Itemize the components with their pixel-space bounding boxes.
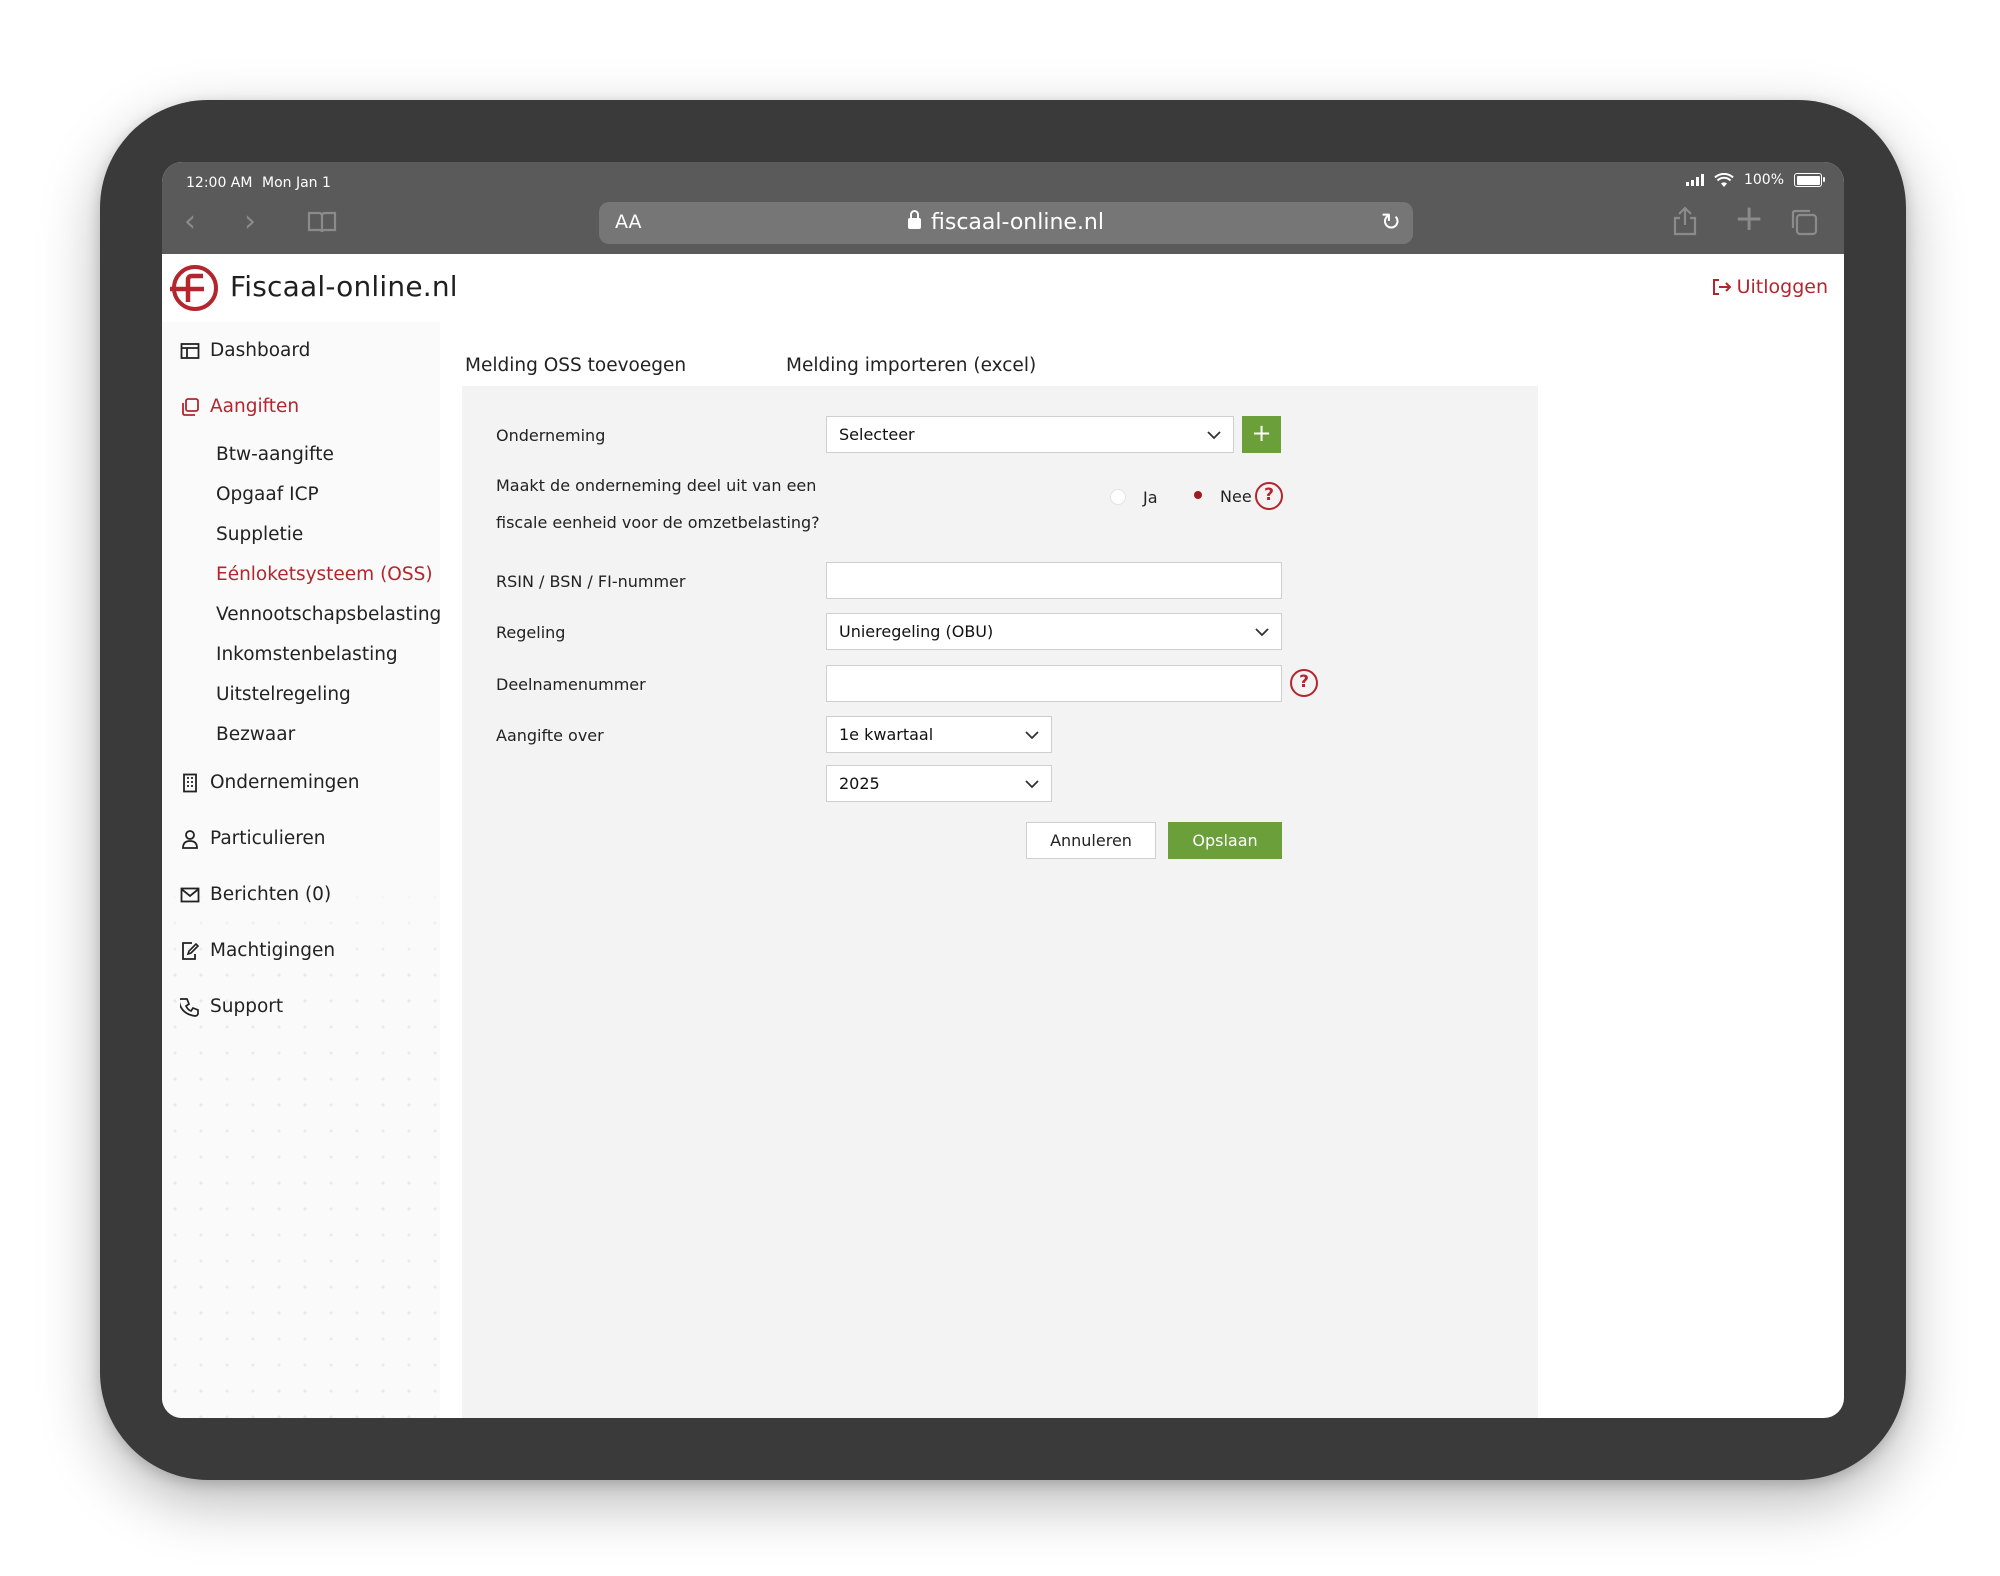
sidebar-item-support[interactable]: Support (180, 996, 283, 1017)
help-icon[interactable]: ? (1290, 669, 1318, 697)
sidebar-item-label: Support (210, 996, 284, 1017)
chevron-down-icon (1207, 431, 1221, 440)
sidebar-item-berichten[interactable]: Berichten (0) (180, 884, 331, 905)
sidebar: Dashboard Aangiften Btw-aangifte Opgaaf … (162, 322, 441, 1418)
tab-melding-oss-toevoegen[interactable]: Melding OSS toevoegen (465, 355, 686, 376)
sidebar-item-label: Ondernemingen (210, 772, 360, 793)
reload-icon[interactable]: ↻ (1381, 208, 1401, 236)
regeling-label: Regeling (496, 623, 566, 642)
logout-label: Uitloggen (1736, 276, 1828, 298)
radio-ja-label[interactable]: Ja (1143, 488, 1158, 507)
period-select-value: 1e kwartaal (839, 725, 934, 744)
phone-icon (180, 997, 199, 1017)
share-icon[interactable] (1672, 206, 1698, 236)
sidebar-subitem-inkomstenbelasting[interactable]: Inkomstenbelasting (216, 644, 398, 665)
status-time: 12:00 AM (186, 175, 253, 191)
wifi-icon (1714, 172, 1734, 187)
tab-melding-importeren[interactable]: Melding importeren (excel) (786, 355, 1036, 376)
sidebar-item-label: Dashboard (210, 340, 311, 361)
add-onderneming-button[interactable]: + (1242, 416, 1281, 453)
fiscaal-logo-icon[interactable] (168, 264, 218, 312)
deelnamenummer-label: Deelnamenummer (496, 675, 646, 694)
oss-form-panel: Onderneming Selecteer + Maakt de onderne… (462, 386, 1538, 1418)
chevron-down-icon (1025, 780, 1039, 789)
fiscale-eenheid-question-line2: fiscale eenheid voor de omzetbelasting? (496, 513, 820, 532)
person-icon (182, 829, 198, 849)
rsin-input[interactable] (826, 562, 1282, 599)
battery-percent: 100% (1743, 172, 1784, 188)
sidebar-item-label: Particulieren (210, 828, 326, 849)
building-icon (183, 773, 197, 792)
fiscale-eenheid-question-line1: Maakt de onderneming deel uit van een (496, 476, 817, 495)
sidebar-item-particulieren[interactable]: Particulieren (180, 828, 326, 849)
forward-icon[interactable]: › (244, 206, 256, 238)
brand-name[interactable]: Fiscaal-online.nl (230, 270, 458, 303)
sidebar-subitem-oss[interactable]: Eénloketsysteem (OSS) (216, 564, 433, 585)
sidebar-item-label: Berichten (0) (210, 884, 332, 905)
lock-icon (908, 210, 921, 229)
sidebar-subitem-suppletie[interactable]: Suppletie (216, 524, 303, 545)
onderneming-select[interactable]: Selecteer (826, 416, 1234, 453)
signed-document-icon (182, 941, 200, 960)
year-select-value: 2025 (839, 774, 880, 793)
regeling-select-value: Unieregeling (OBU) (839, 622, 994, 641)
dashboard-icon (180, 342, 200, 359)
browser-chrome: 12:00 AM Mon Jan 1 100% ‹ › AA fiscaal-o… (162, 162, 1844, 254)
sidebar-subitem-uitstelregeling[interactable]: Uitstelregeling (216, 684, 351, 705)
tablet-screen: 12:00 AM Mon Jan 1 100% ‹ › AA fiscaal-o… (162, 162, 1844, 1418)
period-select[interactable]: 1e kwartaal (826, 716, 1052, 753)
deelnamenummer-input[interactable] (826, 665, 1282, 702)
radio-nee-label[interactable]: Nee (1220, 487, 1252, 506)
back-icon[interactable]: ‹ (184, 206, 196, 238)
app-header: Fiscaal-online.nl Uitloggen (162, 254, 1844, 322)
address-bar[interactable]: AA fiscaal-online.nl ↻ (599, 202, 1413, 244)
envelope-icon (180, 887, 200, 902)
url-text: fiscaal-online.nl (931, 210, 1104, 235)
sidebar-subitem-vennootschapsbelasting[interactable]: Vennootschapsbelasting (216, 604, 441, 625)
sidebar-item-aangiften[interactable]: Aangiften (180, 396, 299, 417)
sidebar-item-machtigingen[interactable]: Machtigingen (180, 940, 335, 961)
signal-icon (1685, 174, 1704, 186)
radio-nee[interactable] (1190, 487, 1206, 503)
battery-icon (1794, 173, 1825, 187)
copy-documents-icon (182, 397, 199, 416)
tabs-icon[interactable] (1790, 208, 1818, 236)
new-tab-icon[interactable]: + (1734, 198, 1764, 239)
regeling-select[interactable]: Unieregeling (OBU) (826, 613, 1282, 650)
help-icon[interactable]: ? (1255, 482, 1283, 510)
logout-link[interactable]: Uitloggen (1711, 276, 1828, 298)
sidebar-item-label: Machtigingen (210, 940, 336, 961)
cancel-button[interactable]: Annuleren (1026, 822, 1156, 859)
aangifte-over-label: Aangifte over (496, 726, 604, 745)
status-date: Mon Jan 1 (262, 175, 331, 191)
year-select[interactable]: 2025 (826, 765, 1052, 802)
sidebar-subitem-opgaaf-icp[interactable]: Opgaaf ICP (216, 484, 319, 505)
sidebar-subitem-bezwaar[interactable]: Bezwaar (216, 724, 295, 745)
onderneming-select-value: Selecteer (839, 425, 915, 444)
radio-ja[interactable] (1110, 489, 1126, 505)
bookmarks-icon[interactable] (307, 210, 337, 234)
url-display[interactable]: fiscaal-online.nl (599, 210, 1413, 235)
rsin-label: RSIN / BSN / FI-nummer (496, 572, 686, 591)
sidebar-subitem-btw-aangifte[interactable]: Btw-aangifte (216, 444, 334, 465)
sidebar-item-ondernemingen[interactable]: Ondernemingen (180, 772, 360, 793)
sidebar-item-dashboard[interactable]: Dashboard (180, 340, 310, 361)
chevron-down-icon (1255, 628, 1269, 637)
status-indicators: 100% (1685, 172, 1825, 188)
sidebar-item-label: Aangiften (210, 396, 300, 417)
onderneming-label: Onderneming (496, 426, 606, 445)
save-button[interactable]: Opslaan (1168, 822, 1282, 859)
logout-icon (1712, 279, 1732, 295)
chevron-down-icon (1025, 731, 1039, 740)
